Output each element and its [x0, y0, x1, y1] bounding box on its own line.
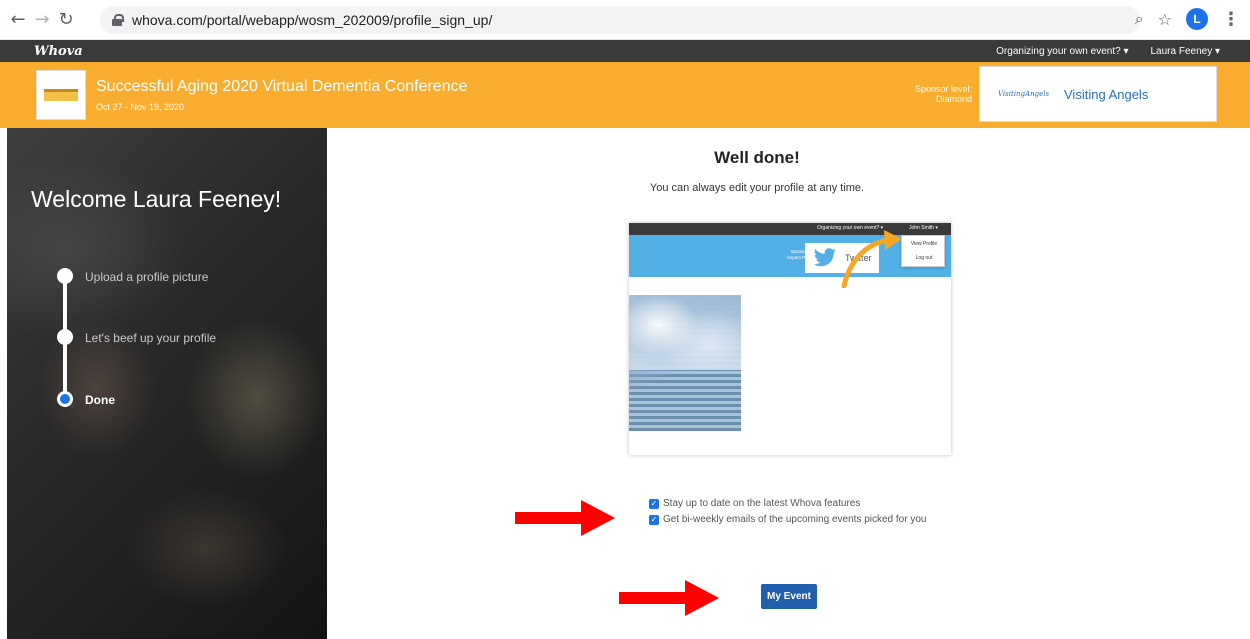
step-dot-complete [57, 268, 73, 284]
user-menu[interactable]: Laura Feeney ▾ [1150, 46, 1220, 57]
curved-arrow-icon [841, 230, 902, 288]
preview-user-dropdown: View Profile Log out [901, 235, 945, 267]
sponsor-card[interactable]: VisitingAngels Visiting Angels [979, 66, 1217, 122]
zoom-icon[interactable]: ⌕ [1135, 9, 1144, 29]
forward-arrow-icon[interactable]: → [30, 8, 54, 32]
main-content: Well done! You can always edit your prof… [327, 128, 1250, 639]
checkbox-label[interactable]: Get bi-weekly emails of the upcoming eve… [663, 514, 926, 525]
preview-menu-view-profile: View Profile [910, 241, 938, 247]
step-dot-complete [57, 329, 73, 345]
checkbox-row[interactable]: ✓ Stay up to date on the latest Whova fe… [649, 498, 926, 509]
profile-avatar[interactable]: L [1186, 8, 1208, 30]
organize-event-link[interactable]: Organizing your own event? ▾ [996, 46, 1128, 57]
step-dot-active [57, 391, 73, 407]
whova-logo[interactable]: Whova [34, 44, 83, 59]
bookmark-star-icon[interactable]: ☆ [1158, 10, 1172, 29]
twitter-bird-icon [814, 248, 836, 267]
browser-toolbar: ← → ↻ whova.com/portal/webapp/wosm_20200… [0, 0, 1250, 40]
red-arrow-icon [515, 500, 615, 536]
red-arrow-icon [619, 580, 719, 616]
edit-profile-note: You can always edit your profile at any … [649, 182, 865, 194]
url-text: whova.com/portal/webapp/wosm_202009/prof… [132, 12, 493, 28]
reload-icon[interactable]: ↻ [54, 8, 78, 32]
lock-icon [112, 14, 124, 26]
sponsor-name: Visiting Angels [1064, 86, 1149, 102]
step-done: Done [85, 393, 115, 407]
event-title: Successful Aging 2020 Virtual Dementia C… [96, 78, 468, 95]
sponsor-logo: VisitingAngels [998, 90, 1050, 98]
preview-user-menu: John Smith ▾ [909, 225, 938, 231]
welcome-heading: Welcome Laura Feeney! [31, 186, 282, 212]
whova-top-bar: Whova Organizing your own event? ▾ Laura… [0, 40, 1250, 62]
sponsor-level: Sponsor level: Diamond [914, 84, 972, 104]
step-upload-picture[interactable]: Upload a profile picture [85, 270, 208, 284]
checkbox-biweekly-emails[interactable]: ✓ [649, 514, 659, 525]
checkbox-label[interactable]: Stay up to date on the latest Whova feat… [663, 498, 860, 509]
back-arrow-icon[interactable]: ← [6, 8, 30, 32]
email-preferences: ✓ Stay up to date on the latest Whova fe… [649, 498, 926, 530]
checkbox-row[interactable]: ✓ Get bi-weekly emails of the upcoming e… [649, 514, 926, 525]
address-bar[interactable]: whova.com/portal/webapp/wosm_202009/prof… [100, 6, 1140, 34]
browser-menu-icon[interactable]: ⋮ [1222, 9, 1240, 30]
my-event-button[interactable]: My Event [761, 584, 817, 609]
preview-menu-log-out: Log out [915, 255, 933, 261]
step-beef-up-profile[interactable]: Let's beef up your profile [85, 331, 216, 345]
checkbox-whova-features[interactable]: ✓ [649, 498, 659, 509]
page-title: Well done! [714, 148, 800, 167]
event-dates: Oct 27 - Nov 19, 2020 [96, 102, 185, 112]
onboarding-sidebar: Welcome Laura Feeney! Upload a profile p… [7, 128, 327, 639]
event-logo [36, 70, 86, 120]
profile-preview-image: Organizing your own event? ▾ John Smith … [629, 223, 951, 455]
preview-profile-photo [629, 295, 741, 431]
